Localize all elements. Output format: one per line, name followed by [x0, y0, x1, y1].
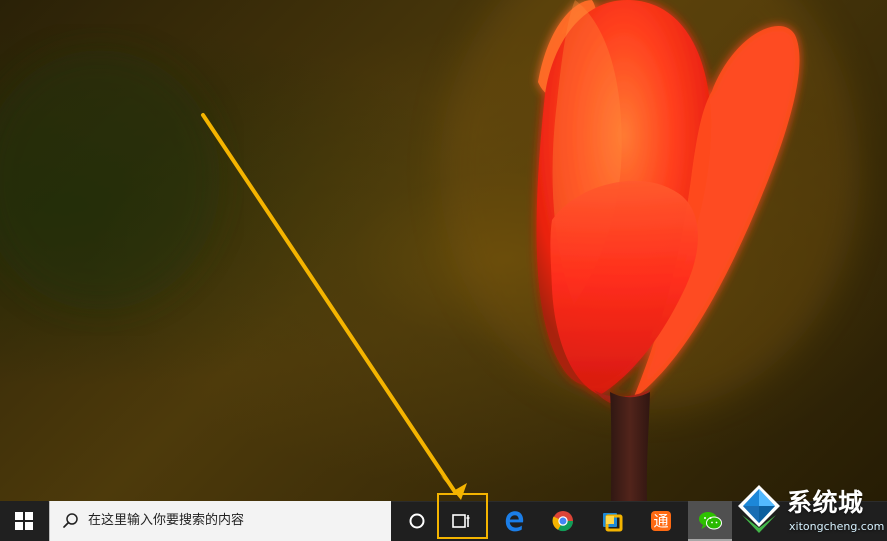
tulip-stem [610, 392, 650, 501]
wechat-icon [698, 511, 722, 529]
tulip-wallpaper [0, 0, 860, 501]
annotation-arrow-line [201, 113, 457, 494]
cortana-circle-icon [409, 513, 425, 529]
tongbu-taskbar-button[interactable]: 通 [639, 501, 683, 541]
search-icon [63, 513, 78, 528]
wallpaper-left-shadow [0, 50, 220, 310]
task-view-button[interactable] [440, 501, 484, 541]
desktop-screen: 在这里输入你要搜索的内容 通 系统城 xitongcheng.com [0, 0, 887, 541]
watermark-subtitle: xitongcheng.com [789, 520, 885, 533]
tongbu-icon: 通 [651, 511, 671, 531]
search-placeholder: 在这里输入你要搜索的内容 [88, 513, 245, 528]
taskbar-search-box[interactable]: 在这里输入你要搜索的内容 [49, 501, 391, 541]
microsoft-edge-icon [505, 511, 524, 532]
chrome-taskbar-button[interactable] [541, 501, 585, 541]
edge-taskbar-button[interactable] [492, 501, 536, 541]
vmware-icon [603, 513, 623, 532]
vmware-taskbar-button[interactable] [590, 501, 634, 541]
watermark-logo-icon [738, 485, 780, 533]
watermark-title: 系统城 [787, 488, 864, 517]
google-chrome-icon [552, 511, 574, 532]
desktop-wallpaper [0, 0, 887, 501]
site-watermark: 系统城 xitongcheng.com [730, 484, 887, 541]
wechat-taskbar-button[interactable] [688, 501, 732, 541]
task-view-icon [452, 514, 470, 528]
start-button[interactable] [0, 501, 48, 541]
svg-text:通: 通 [653, 512, 668, 530]
windows-logo-icon [15, 512, 33, 530]
cortana-button[interactable] [395, 501, 439, 541]
